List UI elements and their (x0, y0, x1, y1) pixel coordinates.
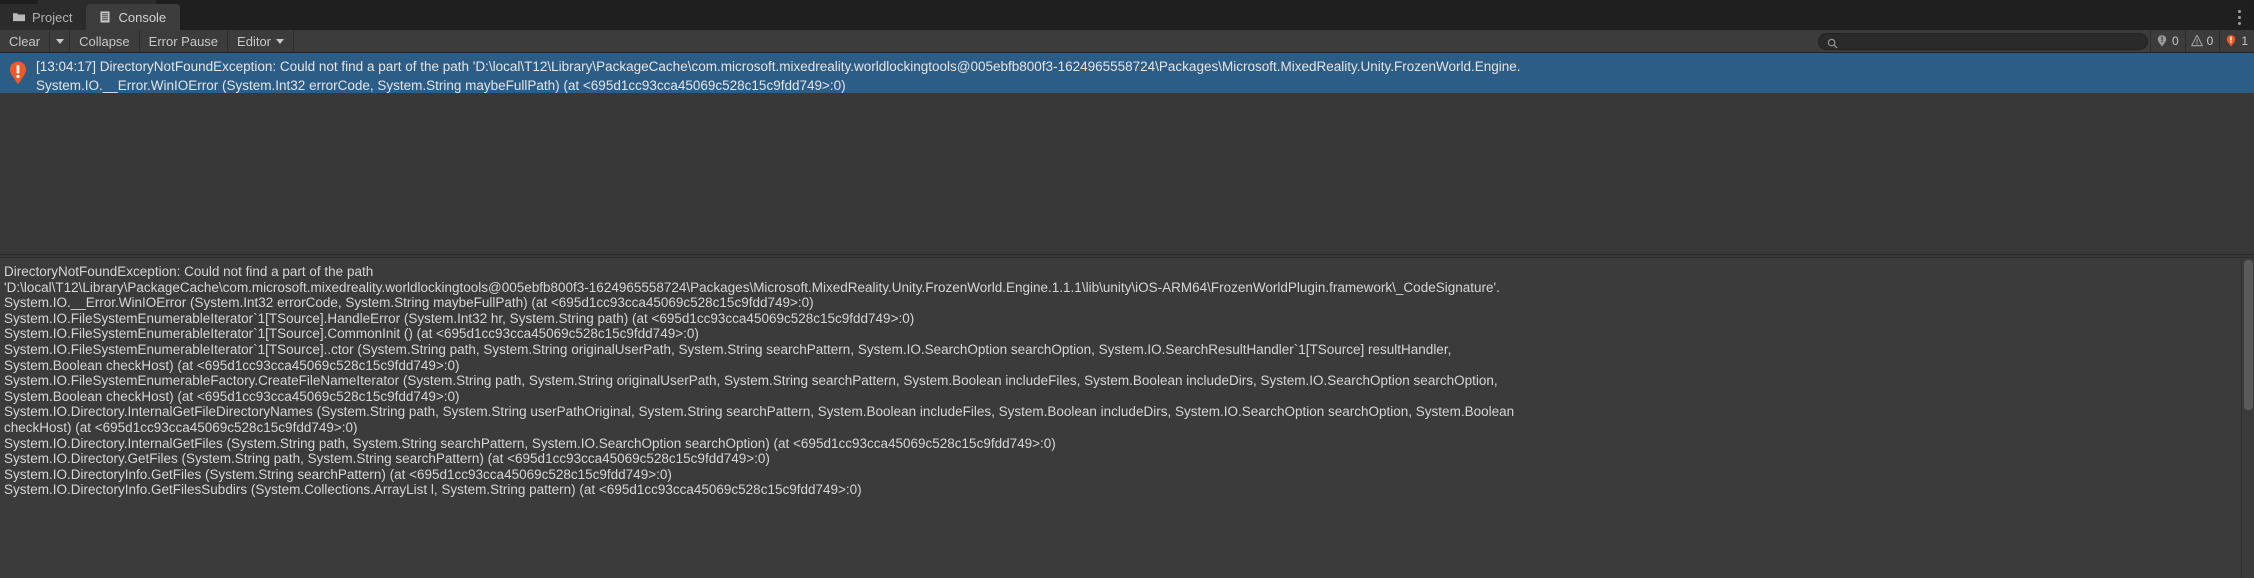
folder-icon (12, 10, 26, 24)
error-count: 1 (2241, 34, 2248, 48)
error-icon (2224, 34, 2238, 48)
stack-trace-line: DirectoryNotFoundException: Could not fi… (4, 264, 374, 279)
log-entry-line-1: [13:04:17] DirectoryNotFoundException: C… (36, 59, 1521, 74)
stack-trace-line: System.IO.DirectoryInfo.GetFilesSubdirs … (4, 482, 862, 498)
log-entry-row[interactable]: [13:04:17] DirectoryNotFoundException: C… (0, 53, 2254, 93)
console-toolbar: Clear Collapse Error Pause Editor 0 0 1 (0, 30, 2254, 53)
chevron-down-icon (276, 38, 285, 44)
stack-trace-panel[interactable]: DirectoryNotFoundException: Could not fi… (0, 258, 2254, 578)
stack-trace-text: DirectoryNotFoundException: Could not fi… (4, 264, 2254, 498)
collapse-button[interactable]: Collapse (70, 30, 140, 52)
tab-bar: Project Console (0, 4, 2254, 30)
clear-button[interactable]: Clear (0, 30, 51, 52)
stack-trace-scrollbar[interactable] (2241, 258, 2254, 578)
error-icon (5, 60, 31, 91)
toolbar-spacer (294, 30, 1818, 52)
info-count: 0 (2171, 34, 2179, 48)
log-counters: 0 0 1 (2149, 30, 2254, 52)
tab-console-label: Console (118, 9, 167, 25)
console-icon (98, 10, 112, 24)
chevron-down-icon (55, 38, 64, 44)
tab-console[interactable]: Console (86, 4, 181, 30)
stack-trace-line: System.IO.Directory.GetFiles (System.Str… (4, 451, 770, 467)
warning-icon (2190, 34, 2204, 48)
stack-trace-line: 'D:\local\T12\Library\PackageCache\com.m… (4, 279, 1500, 295)
info-counter[interactable]: 0 (2149, 30, 2185, 52)
log-entry-icon-cell (0, 57, 36, 91)
editor-dropdown-label: Editor (237, 33, 272, 49)
stack-trace-line: System.IO.FileSystemEnumerableIterator`1… (4, 326, 699, 342)
stack-trace-line: System.IO.Directory.InternalGetFiles (Sy… (4, 435, 1056, 451)
kebab-menu-icon[interactable] (2224, 4, 2254, 30)
stack-trace-line: checkHost) (at <695d1cc93cca45069c528c15… (4, 419, 358, 435)
console-log-list[interactable]: [13:04:17] DirectoryNotFoundException: C… (0, 53, 2254, 254)
scrollbar-thumb[interactable] (2244, 260, 2253, 410)
stack-trace-line: System.IO.Directory.InternalGetFileDirec… (4, 404, 1515, 420)
warning-counter[interactable]: 0 (2184, 30, 2220, 52)
stack-trace-line: System.IO.FileSystemEnumerableIterator`1… (4, 310, 915, 326)
search-area (1817, 32, 2148, 50)
stack-trace-line: System.IO.__Error.WinIOError (System.Int… (4, 295, 814, 311)
log-entry-text: [13:04:17] DirectoryNotFoundException: C… (36, 57, 2254, 95)
clear-dropdown-button[interactable] (50, 30, 71, 52)
warning-count: 0 (2206, 34, 2214, 48)
tab-project-label: Project (32, 9, 73, 25)
search-icon (1827, 36, 1838, 48)
stack-trace-line: System.Boolean checkHost) (at <695d1cc93… (4, 357, 460, 373)
error-pause-button[interactable]: Error Pause (139, 30, 229, 52)
tab-project[interactable]: Project (0, 4, 87, 30)
search-box[interactable] (1817, 32, 2148, 50)
stack-trace-line: System.IO.FileSystemEnumerableIterator`1… (4, 341, 1452, 357)
stack-trace-line: System.IO.FileSystemEnumerableFactory.Cr… (4, 373, 1498, 389)
editor-dropdown-button[interactable]: Editor (228, 30, 295, 52)
stack-trace-line: System.IO.DirectoryInfo.GetFiles (System… (4, 466, 672, 482)
stack-trace-line: System.Boolean checkHost) (at <695d1cc93… (4, 388, 460, 404)
search-input[interactable] (1837, 34, 2139, 48)
info-icon (2155, 34, 2169, 48)
error-counter[interactable]: 1 (2219, 30, 2254, 52)
tab-bar-spacer (180, 4, 2224, 30)
log-entry-line-2: System.IO.__Error.WinIOError (System.Int… (36, 78, 846, 93)
